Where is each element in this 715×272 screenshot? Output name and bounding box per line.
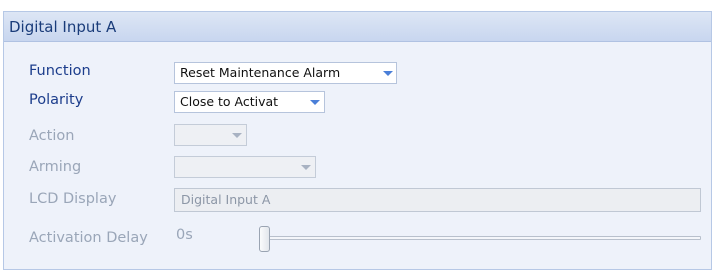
function-dropdown[interactable]: Reset Maintenance Alarm xyxy=(174,62,397,84)
activation-delay-label: Activation Delay xyxy=(29,230,148,246)
activation-delay-slider-track[interactable] xyxy=(259,236,701,240)
arming-label: Arming xyxy=(29,159,82,175)
activation-delay-slider-thumb[interactable] xyxy=(259,226,270,252)
function-label: Function xyxy=(29,63,91,79)
lcd-display-input[interactable]: Digital Input A xyxy=(174,188,701,212)
chevron-down-icon[interactable] xyxy=(232,133,242,138)
function-value: Reset Maintenance Alarm xyxy=(180,65,341,80)
polarity-value: Close to Activat xyxy=(180,94,279,109)
lcd-display-value: Digital Input A xyxy=(181,192,271,207)
action-label: Action xyxy=(29,128,75,144)
polarity-label: Polarity xyxy=(29,92,84,108)
arming-dropdown[interactable] xyxy=(174,156,316,178)
lcd-display-label: LCD Display xyxy=(29,191,117,207)
action-dropdown[interactable] xyxy=(174,124,247,146)
panel-title: Digital Input A xyxy=(4,12,711,42)
polarity-dropdown[interactable]: Close to Activat xyxy=(174,91,325,113)
chevron-down-icon[interactable] xyxy=(301,165,311,170)
chevron-down-icon[interactable] xyxy=(310,100,320,105)
chevron-down-icon[interactable] xyxy=(383,71,393,76)
activation-delay-value: 0s xyxy=(176,227,193,243)
